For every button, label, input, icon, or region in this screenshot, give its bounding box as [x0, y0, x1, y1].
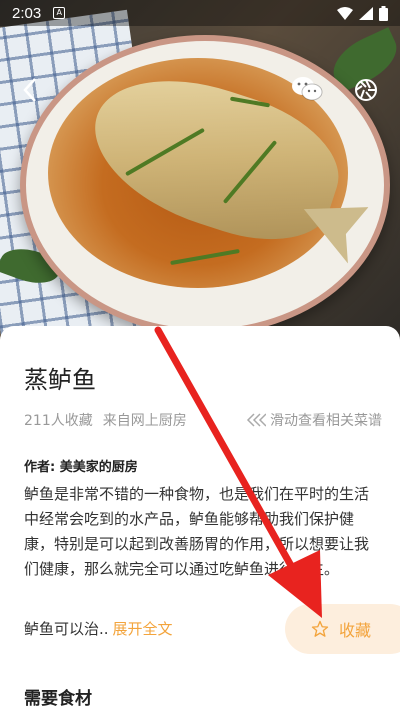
camera-shutter-icon[interactable]	[352, 76, 380, 104]
wifi-icon	[337, 6, 353, 20]
recipe-meta: 211人收藏 来自网上厨房	[24, 410, 187, 430]
swipe-hint-label: 滑动查看相关菜谱	[270, 413, 382, 429]
star-icon	[311, 620, 329, 637]
description-tail: 鲈鱼可以治..	[24, 620, 109, 638]
recipe-photo	[0, 0, 400, 345]
back-icon[interactable]	[16, 76, 44, 104]
recipe-description: 鲈鱼是非常不错的一种食物，也是我们在平时的生活中经常会吃到的水产品，鲈鱼能够帮助…	[24, 485, 370, 578]
favorites-count: 211人收藏	[24, 413, 93, 429]
signal-icon	[359, 6, 373, 20]
author-line: 作者: 美美家的厨房	[24, 456, 138, 475]
favorite-button-label: 收藏	[339, 621, 372, 640]
ingredients-heading: 需要食材	[24, 689, 92, 709]
battery-icon	[379, 5, 388, 21]
recipe-detail-card: 蒸鲈鱼 211人收藏 来自网上厨房 滑动查看相关菜谱 作者: 美美家的厨房 鲈鱼…	[0, 326, 400, 710]
wechat-share-icon[interactable]	[290, 74, 324, 104]
favorite-button[interactable]: 收藏	[285, 604, 400, 654]
description-tail-line: 鲈鱼可以治.. 展开全文	[24, 618, 173, 639]
status-time: 2:03	[12, 4, 42, 22]
status-bar: 2:03 A	[0, 0, 400, 26]
recipe-title: 蒸鲈鱼	[24, 366, 96, 394]
expand-full-text-link[interactable]: 展开全文	[113, 620, 173, 638]
author-name: 美美家的厨房	[59, 460, 138, 475]
author-label: 作者:	[24, 460, 56, 475]
notification-icon: A	[53, 7, 66, 19]
recipe-source: 来自网上厨房	[102, 413, 187, 429]
status-icons	[337, 5, 388, 21]
swipe-related-hint[interactable]: 滑动查看相关菜谱	[246, 410, 382, 430]
double-chevron-left-icon	[246, 413, 266, 427]
